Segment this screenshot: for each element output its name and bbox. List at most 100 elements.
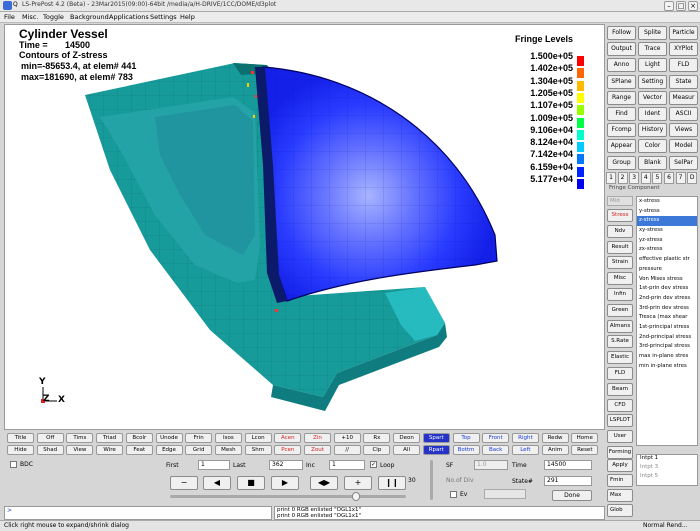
strain-category-button[interactable]: Strain [607,256,633,270]
fmin-select[interactable]: Fmin [607,474,633,487]
rpart-button[interactable]: Rpart [422,444,450,455]
component-list-item[interactable]: min in-plane stres [637,362,697,372]
faster-button[interactable]: + [344,476,372,490]
off-button[interactable]: Off [36,433,64,443]
inc-input[interactable]: 1 [329,460,365,470]
frin-button[interactable]: Frin [185,433,213,443]
ndv-category-button[interactable]: Ndv [607,224,633,238]
intpt-list[interactable]: Intpt 1 Intpt 3 Intpt 5 [636,454,698,486]
user-category-button[interactable]: User [607,430,633,444]
page-tab-5[interactable]: 5 [652,172,663,184]
infin-category-button[interactable]: Infin [607,288,633,301]
component-list-item[interactable]: 1st-principal stress [637,323,697,333]
page-tab-6[interactable]: 6 [664,172,674,184]
mesh-button[interactable]: Mesh [214,444,242,455]
ident-button[interactable]: Ident [638,107,667,121]
group-button[interactable]: Group [607,155,636,170]
fcomp-button[interactable]: Fcomp [607,123,636,138]
clp-button[interactable]: Clp [363,444,391,455]
plus-10-button[interactable]: +10 [333,433,361,443]
component-list-item[interactable]: 1st-prin dev stress [637,284,697,294]
forming-category-button[interactable]: Forming [607,446,633,459]
deon-button[interactable]: Deon [393,433,421,443]
vector-button[interactable]: Vector [638,90,667,105]
left-button[interactable]: Left [511,444,539,455]
component-list-item[interactable]: Von Mises stress [637,275,697,285]
ev-checkbox[interactable] [450,491,457,498]
shad-button[interactable]: Shad [36,444,64,455]
menu-file[interactable]: File [4,13,15,21]
blank-button[interactable]: Blank [638,155,667,170]
wire-button[interactable]: Wire [96,444,124,455]
page-tab-d[interactable]: D [687,172,698,184]
grid-button[interactable]: Grid [185,444,213,455]
step-back-button[interactable]: ◀ [203,476,231,490]
light-button[interactable]: Light [638,58,667,73]
tims-button[interactable]: Tims [66,433,94,443]
history-button[interactable]: History [638,123,667,138]
hide-button[interactable]: Hide [7,444,34,455]
home-button[interactable]: Home [571,433,599,443]
stop-button[interactable]: ■ [237,476,265,490]
intpt-item[interactable]: Intpt 1 [637,455,697,464]
lcon-button[interactable]: Lcon [244,433,272,443]
intpt-item[interactable]: Intpt 5 [637,473,697,482]
reverse-play-button[interactable]: ◀▶ [310,476,338,490]
spart-button[interactable]: Spart [422,433,450,443]
apply-button[interactable]: Apply [607,459,633,472]
redw-button[interactable]: Redw [541,433,569,443]
component-list-item[interactable]: yz-stress [637,236,697,246]
done-button[interactable]: Done [552,490,592,501]
component-list-item[interactable]: zx-stress [637,245,697,255]
play-button[interactable]: ▶ [271,476,299,490]
bdc-checkbox[interactable] [10,461,17,468]
fld-category-button[interactable]: FLD [607,367,633,380]
setting-button[interactable]: Setting [638,74,667,89]
selpar-button[interactable]: SelPar [669,155,698,170]
max-select[interactable]: Max [607,489,633,502]
view-button[interactable]: View [66,444,94,455]
top-button[interactable]: Top [452,433,480,443]
component-list-item[interactable]: 2nd-principal stress [637,333,697,343]
unode-button[interactable]: Unode [155,433,183,443]
page-tab-2[interactable]: 2 [617,172,628,184]
anno-button[interactable]: Anno [607,58,636,73]
minimize-button[interactable]: – [664,1,674,11]
output-button[interactable]: Output [607,42,636,57]
zin-button[interactable]: Zin [304,433,331,443]
pcen-button[interactable]: Pcen [274,444,302,455]
menu-settings[interactable]: Settings [150,13,177,21]
feat-button[interactable]: Feat [125,444,153,455]
lsplot-category-button[interactable]: LSPLOT [607,414,633,428]
first-input[interactable]: 1 [198,460,230,470]
sf-input[interactable]: 1.0 [474,460,508,470]
find-button[interactable]: Find [607,107,636,121]
splite-button[interactable]: Splite [638,26,667,40]
xyplot-button[interactable]: XYPlot [669,42,698,57]
component-list-item[interactable]: x-stress [637,197,697,207]
menu-background[interactable]: Background [70,13,109,21]
result-category-button[interactable]: Result [607,240,633,254]
component-list-item[interactable]: 2nd-prin dev stress [637,294,697,304]
component-list-item[interactable]: effective plastic str [637,255,697,265]
follow-button[interactable]: Follow [607,26,636,40]
reset-button[interactable]: Reset [571,444,599,455]
component-list-item[interactable]: 3rd-principal stress [637,342,697,352]
misc-category-button[interactable]: Misc [607,272,633,286]
page-tab-3[interactable]: 3 [629,172,640,184]
speed-slider[interactable] [430,460,433,500]
almans-category-button[interactable]: Almans [607,319,633,333]
acen-button[interactable]: Acen [274,433,302,443]
component-list-item[interactable]: Tresca (max shear [637,313,697,323]
zout-button[interactable]: Zout [304,444,331,455]
graphics-viewport[interactable]: Cylinder Vessel Time = 14500 Contours of… [4,24,605,430]
pause-button[interactable]: ❙❙ [378,476,406,490]
bcolr-button[interactable]: Bcolr [125,433,153,443]
component-list-item[interactable]: y-stress [637,207,697,217]
component-list-item[interactable]: z-stress [637,216,697,227]
elastic-category-button[interactable]: Elastic [607,351,633,365]
state-input[interactable]: 291 [544,476,592,486]
right-button[interactable]: Right [511,433,539,443]
page-tab-1[interactable]: 1 [606,172,616,184]
edge-button[interactable]: Edge [155,444,183,455]
